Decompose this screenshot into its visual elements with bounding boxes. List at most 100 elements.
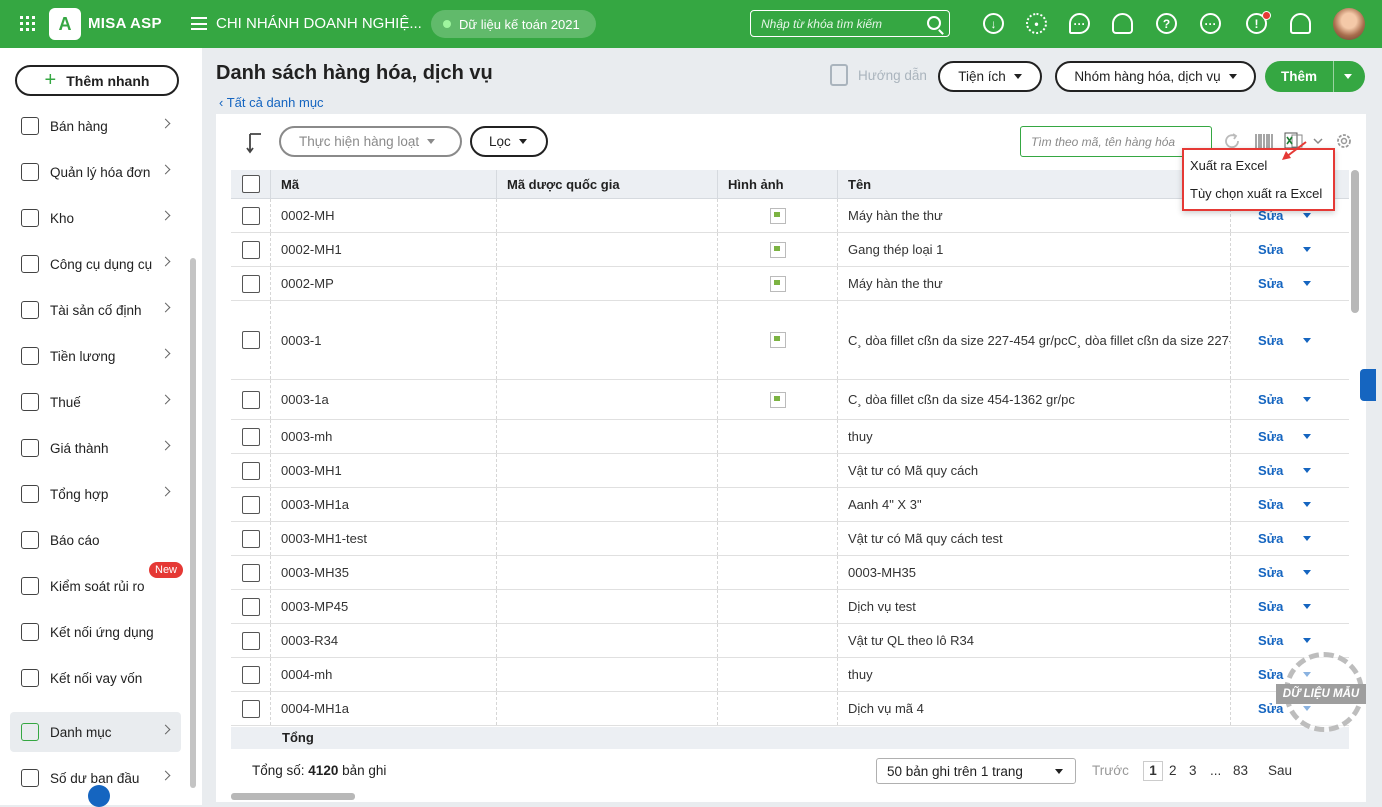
branch-selector[interactable]: CHI NHÁNH DOANH NGHIỆ... (216, 15, 422, 32)
table-row[interactable]: 0003-mh thuy Sửa (231, 420, 1349, 454)
group-button[interactable]: Nhóm hàng hóa, dịch vụ (1055, 61, 1256, 92)
sidebar-item[interactable]: Báo cáo (10, 520, 181, 560)
page-number[interactable]: 83 (1233, 763, 1248, 778)
user-avatar[interactable] (1333, 8, 1365, 40)
page-number[interactable]: 1 (1143, 761, 1163, 781)
row-checkbox[interactable] (242, 206, 260, 225)
row-checkbox[interactable] (242, 699, 260, 718)
row-actions-dropdown-icon[interactable] (1303, 247, 1312, 252)
data-year-pill[interactable]: Dữ liệu kế toán 2021 (431, 10, 596, 38)
column-header[interactable]: Mã (271, 170, 497, 199)
table-row[interactable]: 0004-mh thuy Sửa (231, 658, 1349, 692)
download-icon[interactable]: ↓ (983, 13, 1004, 34)
table-row[interactable]: 0002-MP Máy hàn the thư Sửa (231, 267, 1349, 301)
edit-link[interactable]: Sửa (1258, 392, 1283, 407)
row-checkbox[interactable] (242, 665, 260, 684)
page-number[interactable]: 3 (1189, 763, 1197, 778)
settings-icon[interactable] (1334, 131, 1354, 151)
row-actions-cell[interactable]: Sửa (1231, 233, 1349, 266)
table-row[interactable]: 0003-1a C¸ dòa fillet c‎ßn da size 454-13… (231, 380, 1349, 420)
row-actions-cell[interactable]: Sửa (1231, 454, 1349, 487)
row-actions-cell[interactable]: Sửa (1231, 267, 1349, 300)
prev-page-button[interactable]: Trước (1092, 763, 1129, 778)
row-actions-cell[interactable]: Sửa (1231, 420, 1349, 453)
row-checkbox[interactable] (242, 597, 260, 616)
edit-link[interactable]: Sửa (1258, 463, 1283, 478)
row-actions-dropdown-icon[interactable] (1303, 281, 1312, 286)
row-checkbox[interactable] (242, 331, 260, 349)
sidebar-item[interactable]: Thuế (10, 382, 181, 422)
sidebar-item[interactable]: Kết nối vay vốn (10, 658, 181, 698)
row-actions-cell[interactable]: Sửa (1231, 301, 1349, 379)
page-size-select[interactable]: 50 bản ghi trên 1 trang (876, 758, 1076, 784)
add-dropdown-icon[interactable] (1344, 74, 1352, 79)
row-checkbox[interactable] (242, 427, 260, 446)
chat-icon[interactable]: ··· (1069, 13, 1090, 34)
table-row[interactable]: 0003-MH35 0003-MH35 Sửa (231, 556, 1349, 590)
utilities-button[interactable]: Tiện ích (938, 61, 1042, 92)
select-all-checkbox[interactable] (242, 175, 260, 193)
row-actions-dropdown-icon[interactable] (1303, 434, 1312, 439)
table-row[interactable]: 0003-MP45 Dịch vụ test Sửa (231, 590, 1349, 624)
row-checkbox[interactable] (242, 390, 260, 409)
table-row[interactable]: 0003-MH1a Aanh 4" X 3" Sửa (231, 488, 1349, 522)
sidebar-item[interactable]: Giá thành (10, 428, 181, 468)
edit-link[interactable]: Sửa (1258, 565, 1283, 580)
column-header[interactable]: Mã dược quốc gia (497, 170, 718, 199)
row-actions-cell[interactable]: Sửa (1231, 380, 1349, 419)
sidebar-item[interactable]: Tiền lương (10, 336, 181, 376)
row-actions-cell[interactable]: Sửa (1231, 590, 1349, 623)
search-icon[interactable] (927, 16, 941, 30)
bell-icon[interactable] (1112, 13, 1133, 34)
hamburger-menu-icon[interactable] (191, 17, 207, 30)
vertical-scrollbar[interactable] (1351, 170, 1359, 313)
add-label[interactable]: Thêm (1265, 69, 1333, 84)
scroll-up-button[interactable] (88, 785, 110, 807)
sidebar-scrollbar[interactable] (190, 258, 196, 788)
more-icon[interactable]: ··· (1200, 13, 1221, 34)
row-actions-dropdown-icon[interactable] (1303, 213, 1312, 218)
batch-action-button[interactable]: Thực hiện hàng loạt (279, 126, 462, 157)
alarm-icon[interactable] (1290, 13, 1311, 34)
sidebar-item[interactable]: Tổng hợp (10, 474, 181, 514)
next-page-button[interactable]: Sau (1268, 763, 1292, 778)
edit-link[interactable]: Sửa (1258, 497, 1283, 512)
row-actions-cell[interactable]: Sửa (1231, 522, 1349, 555)
edit-link[interactable]: Sửa (1258, 242, 1283, 257)
guide-link[interactable]: Hướng dẫn (830, 64, 927, 86)
row-checkbox[interactable] (242, 461, 260, 480)
row-actions-cell[interactable]: Sửa (1231, 488, 1349, 521)
table-row[interactable]: 0003-MH1-test Vật tư có Mã quy cách test S… (231, 522, 1349, 556)
edit-link[interactable]: Sửa (1258, 531, 1283, 546)
table-row[interactable]: 0003-MH1 Vật tư có Mã quy cách Sửa (231, 454, 1349, 488)
sidebar-item[interactable]: Bán hàng (10, 106, 181, 146)
table-row[interactable]: 0003-R34 Vật tư QL theo lô R34 Sửa (231, 624, 1349, 658)
edit-link[interactable]: Sửa (1258, 599, 1283, 614)
row-actions-dropdown-icon[interactable] (1303, 536, 1312, 541)
apps-grid-icon[interactable] (20, 16, 35, 31)
column-header[interactable]: Hình ảnh (718, 170, 838, 199)
row-actions-dropdown-icon[interactable] (1303, 638, 1312, 643)
sidebar-item[interactable]: Quản lý hóa đơn (10, 152, 181, 192)
table-row[interactable]: 0004-MH1a Dịch vụ mã 4 Sửa (231, 692, 1349, 726)
row-actions-dropdown-icon[interactable] (1303, 468, 1312, 473)
edit-link[interactable]: Sửa (1258, 333, 1283, 348)
table-row[interactable]: 0002-MH1 Gang thép loại 1 Sửa (231, 233, 1349, 267)
edit-link[interactable]: Sửa (1258, 633, 1283, 648)
row-checkbox[interactable] (242, 563, 260, 582)
menu-item-export-excel[interactable]: Xuất ra Excel (1190, 158, 1267, 173)
global-search-input[interactable]: Nhập từ khóa tìm kiếm (750, 10, 950, 37)
sidebar-item[interactable]: Tài sản cố định (10, 290, 181, 330)
column-header[interactable]: Tên (838, 170, 1230, 199)
row-checkbox[interactable] (242, 274, 260, 293)
row-checkbox[interactable] (242, 240, 260, 259)
menu-item-export-excel-options[interactable]: Tùy chọn xuất ra Excel (1190, 186, 1322, 201)
sidebar-item[interactable]: Kết nối ứng dụng (10, 612, 181, 652)
quick-add-button[interactable]: + Thêm nhanh (15, 65, 179, 96)
horizontal-scrollbar[interactable] (231, 793, 355, 800)
row-actions-dropdown-icon[interactable] (1303, 502, 1312, 507)
page-number[interactable]: 2 (1169, 763, 1177, 778)
edit-link[interactable]: Sửa (1258, 429, 1283, 444)
row-checkbox[interactable] (242, 529, 260, 548)
sort-icon[interactable] (246, 132, 264, 154)
